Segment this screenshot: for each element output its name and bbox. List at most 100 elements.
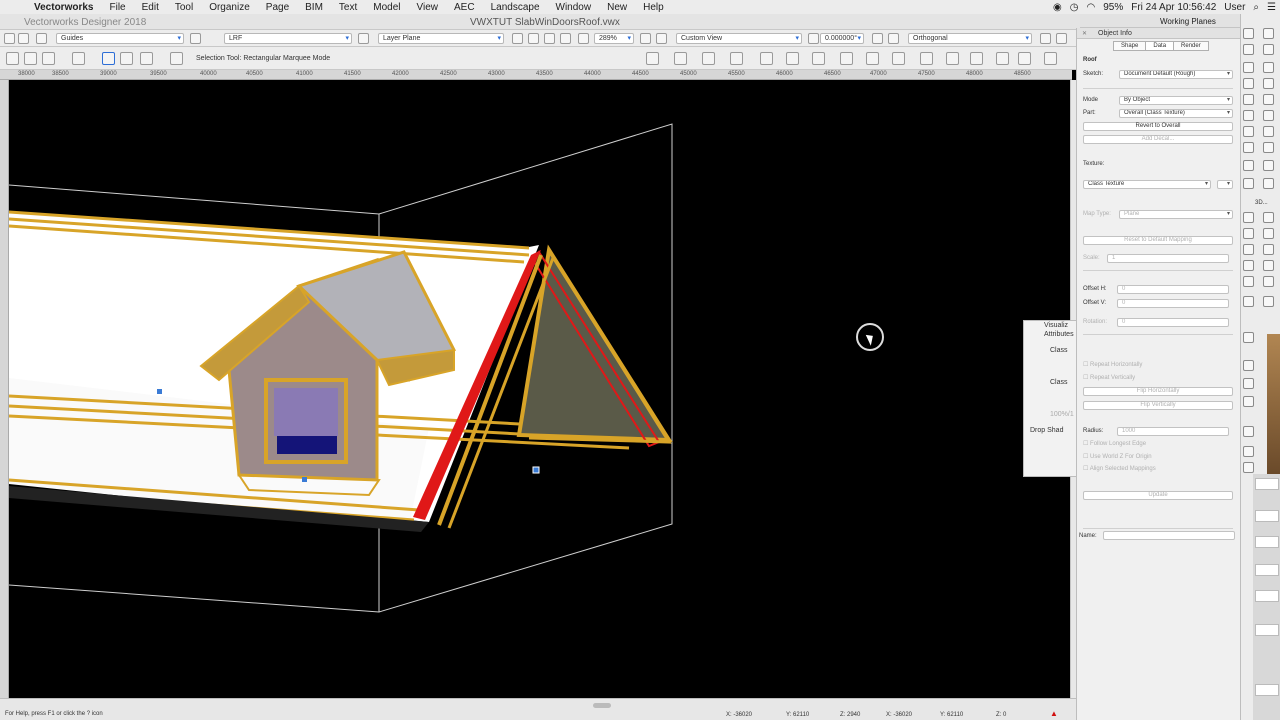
radius-field[interactable]: 1000 [1117, 427, 1229, 436]
snap-angle-icon[interactable] [702, 52, 715, 65]
projection-select[interactable]: Orthogonal [908, 33, 1032, 44]
door-tool-icon[interactable] [1243, 396, 1254, 407]
rotation-icon[interactable] [808, 33, 819, 44]
dock-item[interactable] [1255, 510, 1279, 522]
render-icon[interactable] [946, 52, 959, 65]
flyover-icon[interactable] [640, 33, 651, 44]
menu-window[interactable]: Window [548, 2, 600, 13]
working-planes-palette-title[interactable]: Working Planes [1080, 14, 1240, 28]
active-layer-select[interactable]: LRF [224, 33, 352, 44]
repeat-horizontally-checkbox[interactable]: Repeat Horizontally [1083, 361, 1142, 368]
menu-page[interactable]: Page [258, 2, 297, 13]
plane-icon[interactable] [358, 33, 369, 44]
menu-view[interactable]: View [409, 2, 447, 13]
reshape-mode-icon[interactable] [42, 52, 55, 65]
menu-organize[interactable]: Organize [201, 2, 258, 13]
line-tool-icon[interactable] [1263, 62, 1274, 73]
rotation-slider[interactable] [1083, 334, 1233, 335]
window-tool-icon[interactable] [1243, 426, 1254, 437]
tab-shape[interactable]: Shape [1113, 41, 1147, 51]
snap-grid-icon[interactable] [646, 52, 659, 65]
revert-to-overall-button[interactable]: Revert to Overall [1083, 122, 1233, 131]
user-menu[interactable]: User [1224, 2, 1245, 13]
flyover-tool-icon[interactable] [1243, 44, 1254, 55]
rotate-tool-icon[interactable] [1263, 160, 1274, 171]
zoom-tool-icon[interactable] [1263, 44, 1274, 55]
help-icon[interactable] [1044, 52, 1057, 65]
snap-mode-icon[interactable] [72, 52, 85, 65]
reset-mapping-button[interactable]: Reset to Default Mapping [1083, 236, 1233, 245]
extrude-tool-icon[interactable] [1243, 228, 1254, 239]
repeat-vertically-checkbox[interactable]: Repeat Vertically [1083, 374, 1135, 381]
sweep-tool-icon[interactable] [1263, 228, 1274, 239]
zoom-select[interactable]: 289% [594, 33, 634, 44]
spotlight-icon[interactable]: ⌕ [1253, 2, 1259, 13]
active-class-select[interactable]: Guides [56, 33, 184, 44]
eyedropper-tool-icon[interactable] [1263, 110, 1274, 121]
zoom-icon[interactable] [578, 33, 589, 44]
align-mappings-checkbox[interactable]: Align Selected Mappings [1083, 465, 1156, 472]
selection-mode-icon[interactable] [6, 52, 19, 65]
text-tool-icon[interactable] [1243, 62, 1254, 73]
mode-select[interactable]: By Object [1119, 96, 1233, 105]
view-icon[interactable] [656, 33, 667, 44]
sketch-select[interactable]: Document Default (Rough) [1119, 70, 1233, 79]
loft-tool-icon[interactable] [1263, 260, 1274, 271]
freehand-tool-icon[interactable] [1243, 110, 1254, 121]
dock-item[interactable] [1255, 536, 1279, 548]
offset-tool-icon[interactable] [1263, 142, 1274, 153]
rotation-field[interactable]: 0.000000° [820, 33, 864, 44]
rotation-field[interactable]: 0 [1117, 318, 1229, 327]
menu-bim[interactable]: BIM [297, 2, 331, 13]
back-icon[interactable] [4, 33, 15, 44]
white-square-icon[interactable] [1018, 52, 1031, 65]
notification-icon[interactable]: ☰ [1267, 2, 1276, 13]
flip-horizontally-button[interactable]: Flip Horizontally [1083, 387, 1233, 396]
menu-help[interactable]: Help [635, 2, 672, 13]
forward-icon[interactable] [18, 33, 29, 44]
selection-tool-icon[interactable] [1243, 28, 1254, 39]
dock-item[interactable] [1255, 684, 1279, 696]
snap-point-icon[interactable] [920, 52, 933, 65]
class-icon[interactable] [36, 33, 47, 44]
nurbs-tool-icon[interactable] [1243, 260, 1254, 271]
shell-tool-icon[interactable] [1243, 276, 1254, 287]
zoom-in-icon[interactable] [544, 33, 555, 44]
preferences-icon[interactable] [170, 52, 183, 65]
ortho-icon[interactable] [1056, 33, 1067, 44]
visualization-tab[interactable]: Visualiz [1044, 322, 1068, 329]
scale-field[interactable]: 1 [1107, 254, 1229, 263]
menu-landscape[interactable]: Landscape [483, 2, 548, 13]
offset-v-field[interactable]: 0 [1117, 299, 1229, 308]
opacity-value[interactable]: 100%/1 [1050, 411, 1074, 418]
snap-wp-icon[interactable] [866, 52, 879, 65]
polygon-marquee-icon[interactable] [140, 52, 153, 65]
texture-select[interactable]: Class Texture [1083, 180, 1211, 189]
settings-icon[interactable] [1040, 33, 1051, 44]
attributes-tab[interactable]: Attributes [1044, 331, 1074, 338]
horizontal-scrollbar[interactable] [593, 703, 611, 708]
flip-vertically-button[interactable]: Flip Vertically [1083, 401, 1233, 410]
tab-data[interactable]: Data [1145, 41, 1175, 51]
stair-tool-icon[interactable] [1243, 378, 1254, 389]
arc-tool-icon[interactable] [1263, 94, 1274, 105]
measure-tool-icon[interactable] [1263, 178, 1274, 189]
object-info-header[interactable]: ✕ Object Info [1077, 28, 1241, 39]
dock-item[interactable] [1255, 564, 1279, 576]
pan-tool-icon[interactable] [1263, 28, 1274, 39]
menu-text[interactable]: Text [331, 2, 365, 13]
attribute-tool-icon[interactable] [1263, 126, 1274, 137]
offset-h-field[interactable]: 0 [1117, 285, 1229, 294]
layer-icon[interactable] [190, 33, 201, 44]
add-decal-button[interactable]: Add Decal... [1083, 135, 1233, 144]
menu-aec[interactable]: AEC [446, 2, 483, 13]
zoom-out-icon[interactable] [560, 33, 571, 44]
render-mode-icon[interactable] [872, 33, 883, 44]
sphere-tool-icon[interactable] [1243, 244, 1254, 255]
circle-tool-icon[interactable] [1263, 78, 1274, 89]
alert-icon[interactable]: ▲ [1050, 709, 1058, 718]
column-tool-icon[interactable] [1243, 360, 1254, 371]
mirror-tool-icon[interactable] [1243, 142, 1254, 153]
rectangle-tool-icon[interactable] [1243, 94, 1254, 105]
dock-item[interactable] [1255, 478, 1279, 490]
